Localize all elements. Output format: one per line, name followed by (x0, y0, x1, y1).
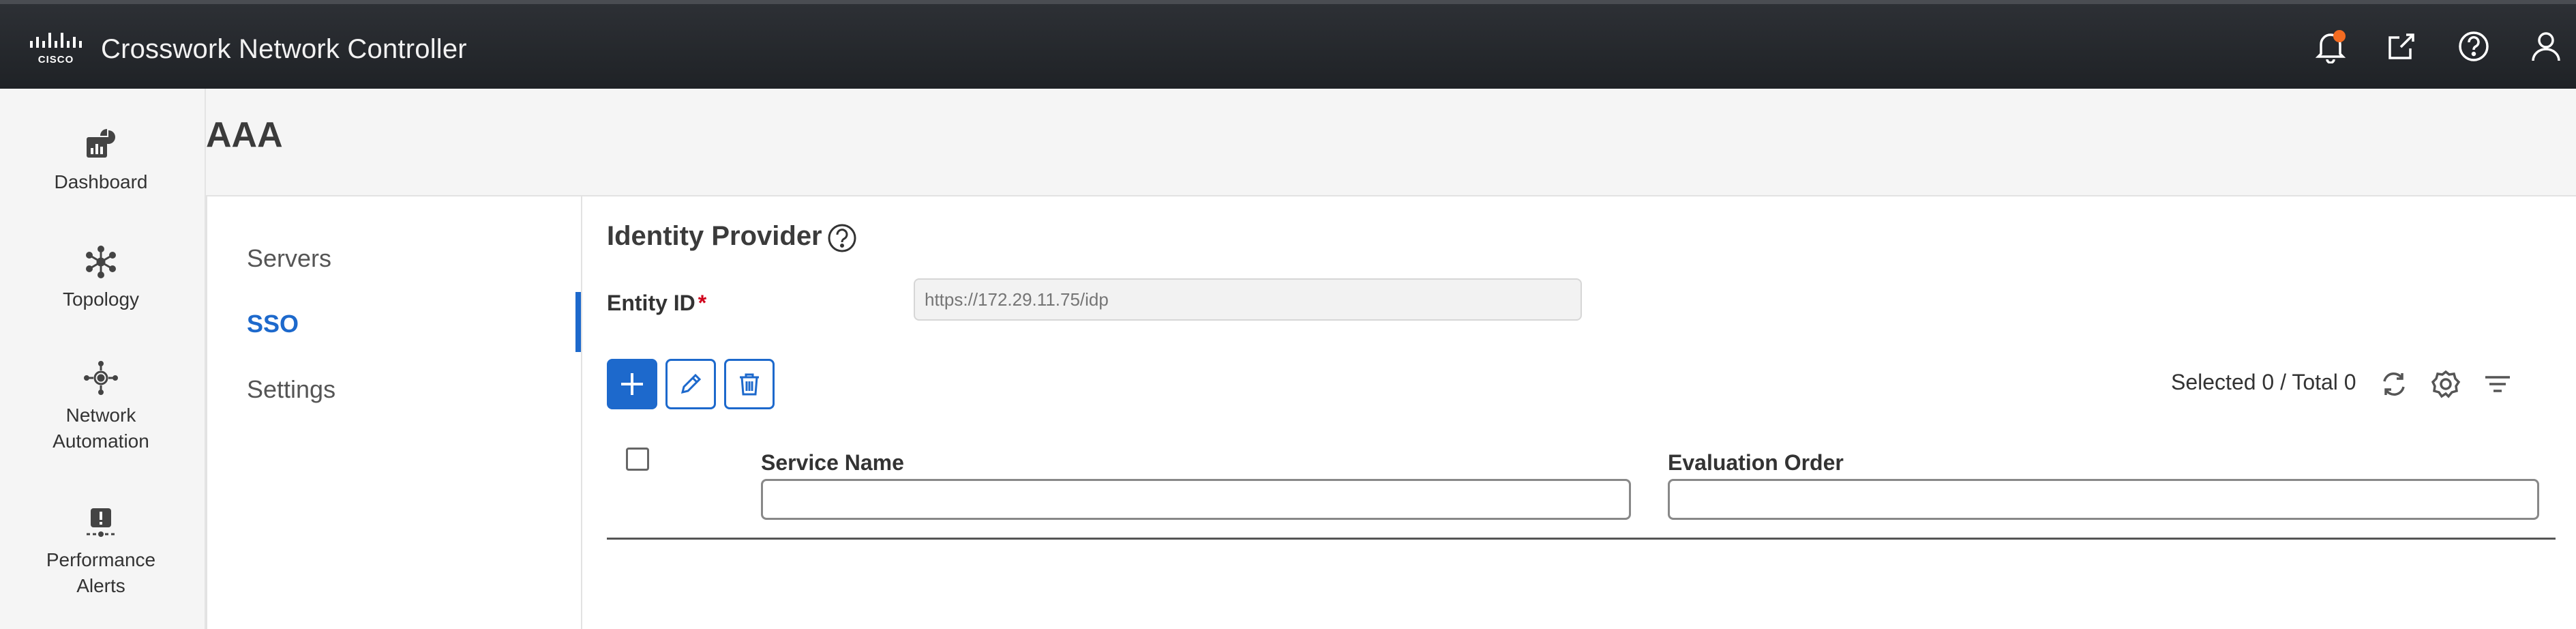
notification-badge (2333, 30, 2346, 42)
evaluation-order-filter-input[interactable] (1668, 479, 2539, 520)
table-header-divider (607, 538, 2556, 540)
nav-label-network-automation-line1: Network (65, 405, 136, 426)
edit-button[interactable] (665, 359, 716, 409)
selection-count: Selected 0 / Total 0 (2171, 370, 2356, 394)
filter-icon[interactable] (2481, 367, 2515, 401)
svg-text:CISCO: CISCO (38, 54, 74, 65)
pencil-icon (680, 373, 702, 394)
entity-id-label: Entity ID * (607, 291, 706, 316)
subnav-item-sso[interactable]: SSO (247, 310, 299, 338)
nav-label-dashboard: Dashboard (54, 171, 148, 192)
content-card: Servers SSO Settings Identity Provider E… (206, 195, 2576, 629)
cisco-logo: CISCO (30, 33, 82, 65)
nav-label-performance-alerts-line2: Alerts (76, 575, 125, 596)
select-all-checkbox[interactable] (626, 448, 649, 471)
refresh-icon[interactable] (2377, 367, 2411, 401)
settings-icon[interactable] (2429, 367, 2463, 401)
column-header-service-name[interactable]: Service Name (761, 450, 904, 476)
aaa-subnav: Servers SSO Settings (207, 196, 582, 629)
dashboard-icon (82, 126, 120, 164)
subnav-item-servers[interactable]: Servers (247, 244, 331, 273)
column-header-evaluation-order[interactable]: Evaluation Order (1668, 450, 1844, 476)
nav-item-dashboard[interactable]: Dashboard (0, 126, 202, 195)
top-bar: CISCO Crosswork Network Controller (0, 0, 2576, 89)
app-title: Crosswork Network Controller (101, 34, 467, 64)
subnav-active-indicator (575, 292, 581, 352)
subnav-item-settings[interactable]: Settings (247, 375, 335, 404)
required-marker: * (698, 291, 707, 315)
page-title: AAA (206, 115, 283, 155)
external-link-icon[interactable] (2382, 27, 2421, 65)
nav-item-performance-alerts[interactable]: Performance Alerts (0, 503, 202, 599)
entity-id-label-text: Entity ID (607, 291, 695, 315)
entity-id-field[interactable] (914, 278, 1582, 321)
delete-button[interactable] (724, 359, 775, 409)
nav-label-topology: Topology (62, 289, 140, 310)
performance-alerts-icon (82, 503, 120, 542)
add-button[interactable] (607, 359, 657, 409)
user-icon[interactable] (2527, 27, 2565, 65)
nav-label-performance-alerts-line1: Performance (46, 549, 156, 570)
left-nav: Dashboard Topology Network Automation Pe… (0, 89, 206, 629)
plus-icon (621, 373, 643, 395)
nav-item-topology[interactable]: Topology (0, 243, 202, 312)
topology-icon (82, 243, 120, 281)
nav-label-network-automation-line2: Automation (53, 430, 149, 452)
help-icon[interactable] (826, 222, 858, 254)
network-automation-icon (82, 359, 120, 397)
nav-item-network-automation[interactable]: Network Automation (0, 359, 202, 454)
help-icon[interactable] (2455, 27, 2493, 65)
bell-icon[interactable] (2311, 27, 2350, 65)
trash-icon (740, 373, 759, 396)
section-title: Identity Provider (607, 221, 822, 251)
service-name-filter-input[interactable] (761, 479, 1631, 520)
